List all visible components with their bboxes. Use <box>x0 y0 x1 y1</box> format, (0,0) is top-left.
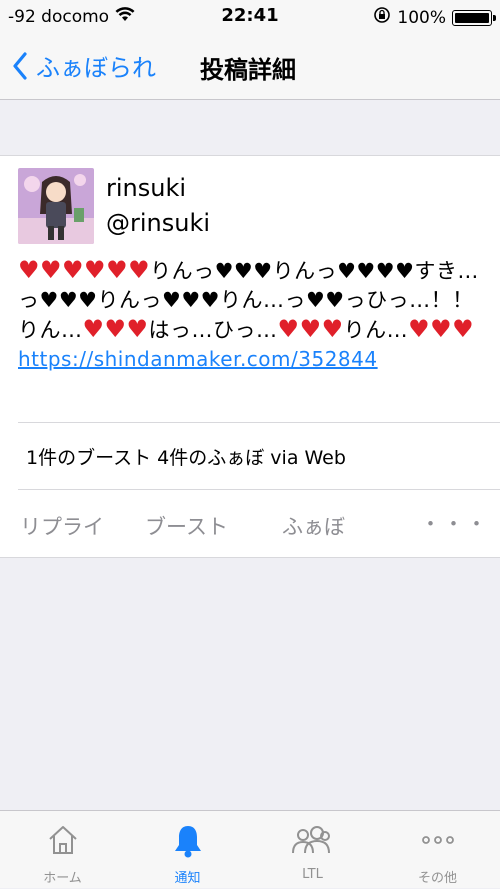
post-text: ♥♥♥♥♥♥りんっ♥♥♥りんっ♥♥♥♥すき…っ♥♥♥りんっ♥♥♥りん…っ♥♥っひ… <box>18 256 479 343</box>
divider <box>18 489 500 490</box>
post-card: rinsuki @rinsuki ♥♥♥♥♥♥りんっ♥♥♥りんっ♥♥♥♥すき…っ… <box>0 155 500 558</box>
user-handle: @rinsuki <box>106 209 211 237</box>
tab-label: その他 <box>417 871 457 886</box>
fav-button[interactable]: ふぁぼ <box>282 511 345 541</box>
home-icon <box>0 823 125 859</box>
back-button[interactable]: ふぁぼられ <box>12 48 156 83</box>
battery-icon <box>452 9 496 26</box>
reply-button[interactable]: リプライ <box>20 511 104 541</box>
chevron-left-icon <box>12 51 28 80</box>
tab-label: 通知 <box>174 871 201 886</box>
tab-ltl[interactable]: LTL <box>250 811 375 889</box>
boost-button[interactable]: ブースト <box>145 511 228 541</box>
post-stats: 1件のブースト 4件のふぁぼ via Web <box>26 447 346 469</box>
avatar[interactable] <box>18 168 94 244</box>
tab-bar: ホーム 通知 LTL その他 <box>0 810 500 888</box>
tab-label: LTL <box>302 867 323 882</box>
divider <box>18 422 500 423</box>
tab-other[interactable]: その他 <box>375 811 500 889</box>
more-icon <box>375 823 500 859</box>
people-icon <box>250 823 375 859</box>
page-title: 投稿詳細 <box>200 56 296 84</box>
more-actions-button[interactable]: ・・・ <box>420 508 489 538</box>
tab-notifications[interactable]: 通知 <box>125 811 250 889</box>
tab-label: ホーム <box>43 871 82 886</box>
navigation-bar: ふぁぼられ 投稿詳細 <box>0 32 500 100</box>
display-name: rinsuki <box>106 174 187 202</box>
battery-percent: 100% <box>397 7 446 28</box>
post-link[interactable]: https://shindanmaker.com/352844 <box>18 345 488 374</box>
post-body: ♥♥♥♥♥♥りんっ♥♥♥りんっ♥♥♥♥すき…っ♥♥♥りんっ♥♥♥りん…っ♥♥っひ… <box>18 256 488 374</box>
rotation-lock-icon <box>373 6 391 29</box>
tab-home[interactable]: ホーム <box>0 811 125 889</box>
back-button-label: ふぁぼられ <box>36 54 156 82</box>
bell-icon <box>125 823 250 859</box>
status-right: 100% <box>373 6 496 29</box>
status-bar: -92 docomo 22:41 100% <box>0 0 500 32</box>
